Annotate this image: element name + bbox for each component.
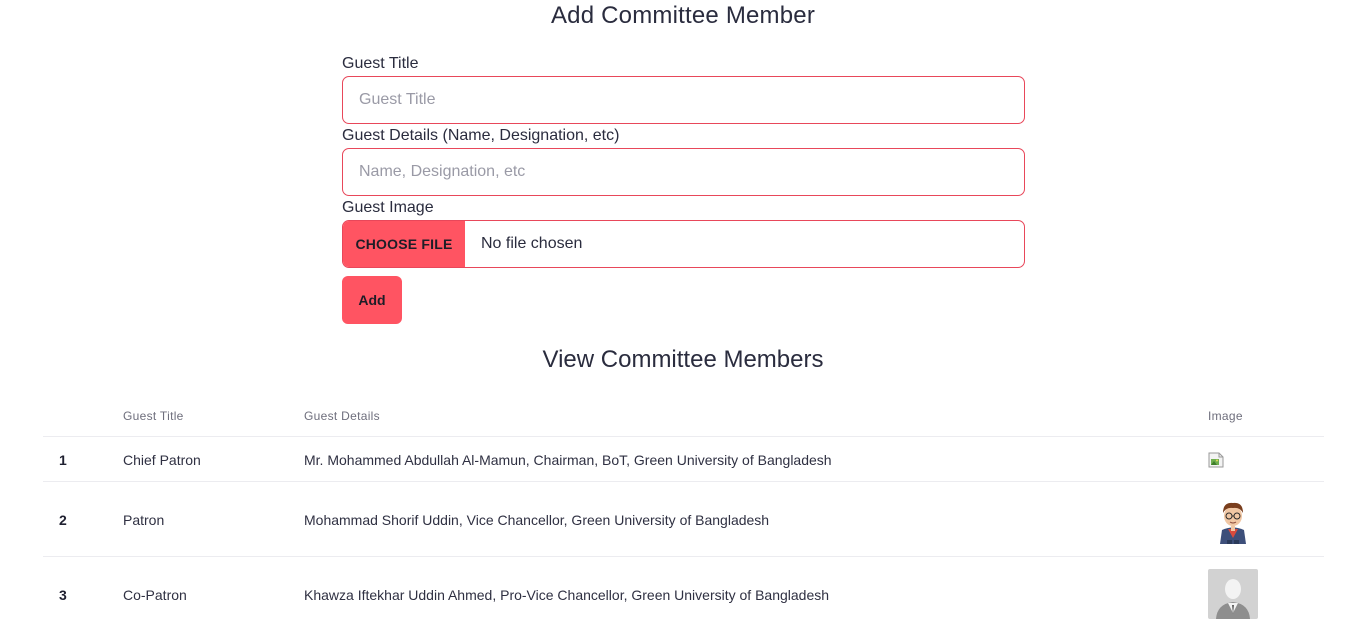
row-number: 2: [59, 512, 67, 528]
guest-title-label: Guest Title: [342, 55, 419, 72]
guest-image-file-input[interactable]: Choose File No file chosen: [342, 220, 1025, 268]
table-row: 3 Co-Patron Khawza Iftekhar Uddin Ahmed,…: [43, 557, 1324, 631]
row-guest-title: Co-Patron: [123, 587, 187, 603]
add-button[interactable]: Add: [342, 276, 402, 324]
row-number: 3: [59, 587, 67, 603]
row-number: 1: [59, 452, 67, 468]
row-guest-title: Patron: [123, 512, 165, 528]
guest-title-input[interactable]: [342, 76, 1025, 124]
broken-image-icon: [1208, 452, 1224, 468]
header-guest-details: Guest Details: [304, 409, 380, 423]
table-title: View Committee Members: [542, 346, 824, 373]
cartoon-avatar: [1208, 494, 1258, 544]
form-title: Add Committee Member: [550, 2, 816, 29]
committee-table: Guest Title Guest Details Image 1 Chief …: [43, 395, 1324, 631]
row-guest-details: Mohammad Shorif Uddin, Vice Chancellor, …: [304, 512, 770, 528]
guest-details-input[interactable]: [342, 148, 1025, 196]
header-guest-title: Guest Title: [123, 409, 184, 423]
row-guest-details: Mr. Mohammed Abdullah Al-Mamun, Chairman…: [304, 452, 832, 468]
file-status: No file chosen: [481, 235, 583, 252]
table-row: 2 Patron Mohammad Shorif Uddin, Vice Cha…: [43, 482, 1324, 557]
row-guest-title: Chief Patron: [123, 452, 201, 468]
guest-image-label: Guest Image: [342, 199, 434, 216]
header-image: Image: [1208, 409, 1243, 423]
table-header: Guest Title Guest Details Image: [43, 395, 1324, 437]
table-row: 1 Chief Patron Mr. Mohammed Abdullah Al-…: [43, 437, 1324, 482]
default-person-avatar: [1208, 569, 1258, 619]
row-guest-details: Khawza Iftekhar Uddin Ahmed, Pro-Vice Ch…: [304, 587, 830, 603]
guest-details-label: Guest Details (Name, Designation, etc): [342, 127, 620, 144]
choose-file-button[interactable]: Choose File: [343, 221, 465, 267]
